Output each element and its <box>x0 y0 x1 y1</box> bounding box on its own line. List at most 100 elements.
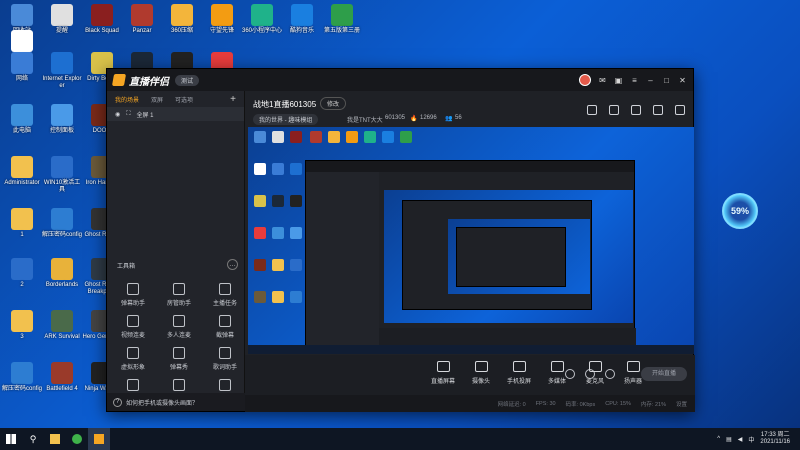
desktop-icon[interactable]: 1 <box>2 208 42 239</box>
help-tip-label: 如何把手机或摄像头画面？ <box>126 400 199 407</box>
control-item[interactable]: 摄像头 <box>461 361 501 385</box>
share-icon[interactable] <box>675 105 685 115</box>
desktop-icon[interactable]: 解压密码config <box>2 362 42 393</box>
nested-preview-window <box>305 160 636 354</box>
add-scene-button[interactable]: + <box>230 94 236 105</box>
status-item[interactable]: 设置 <box>676 400 687 408</box>
control-item[interactable]: 麦克风 <box>575 361 615 385</box>
tool-item[interactable]: 弹幕秀 <box>159 347 199 371</box>
game-tag[interactable]: 我的世界 - 趣味模组 <box>253 114 319 125</box>
edit-room-button[interactable]: 修改 <box>320 97 347 110</box>
desktop-icon[interactable]: 酷狗音乐 <box>282 4 322 35</box>
tab-dual-screen[interactable]: 双屏 <box>151 95 163 104</box>
desktop-icon[interactable]: Panzar <box>122 4 162 35</box>
tool-item[interactable]: 房管助手 <box>159 283 199 307</box>
control-icon <box>626 361 640 372</box>
search-button[interactable]: ⚲ <box>22 428 44 450</box>
tool-item[interactable]: 弹幕助手 <box>113 283 153 307</box>
scene-item[interactable]: ◉ ⛶ 全屏 1 <box>107 107 244 121</box>
app-icon <box>51 258 73 280</box>
tool-label: 房管助手 <box>166 301 191 307</box>
control-icon <box>474 361 488 372</box>
app-taskbar-icon <box>94 434 104 444</box>
message-icon[interactable]: ✉ <box>598 76 607 85</box>
desktop-icon[interactable]: WIN10激活工具 <box>42 156 82 194</box>
tool-icon <box>127 379 139 391</box>
desktop-icon[interactable]: 解压密码config <box>42 208 82 239</box>
desktop-icon-label: 解压密码config <box>2 386 43 392</box>
eye-icon[interactable]: ◉ <box>115 111 120 118</box>
desktop-icon[interactable]: 守望先锋 <box>202 4 242 35</box>
app-icon <box>51 310 73 332</box>
tray-arrow-icon[interactable]: ^ <box>717 436 720 442</box>
minimize-button[interactable]: – <box>646 76 655 85</box>
tools-more-button[interactable]: … <box>227 259 238 270</box>
ime-icon[interactable]: 中 <box>748 435 754 444</box>
desktop-icon[interactable]: Battlefield 4 <box>42 362 82 393</box>
control-item[interactable]: 扬声器 <box>613 361 653 385</box>
preview-app-icon <box>254 195 266 207</box>
gift-icon[interactable] <box>587 105 597 115</box>
preview-app-icon <box>254 163 266 175</box>
status-item: 内存: 21% <box>640 401 666 408</box>
tool-item[interactable]: 截弹幕 <box>205 315 245 339</box>
close-button[interactable]: ✕ <box>678 76 687 85</box>
tool-item[interactable]: 多人连麦 <box>159 315 199 339</box>
bell-icon[interactable] <box>653 105 663 115</box>
desktop-icon[interactable]: 3 <box>2 310 42 341</box>
nested-titlebar <box>306 161 634 172</box>
performance-widget[interactable]: 59% <box>722 193 758 229</box>
control-item[interactable]: 多媒体 <box>537 361 577 385</box>
tool-item[interactable]: 歌词助手 <box>205 347 245 371</box>
clock[interactable]: 17:33 周二 2021/11/16 <box>760 432 790 446</box>
tool-item[interactable]: 主播任务 <box>205 283 245 307</box>
preview-app-icon <box>346 131 358 143</box>
fans-icon: 👥 <box>445 116 453 122</box>
desktop-icon[interactable]: 此电脑 <box>2 104 42 135</box>
tab-my-scene[interactable]: 我的场景 <box>115 95 139 104</box>
menu-icon[interactable]: ≡ <box>630 76 639 85</box>
desktop-icon[interactable]: 提醒 <box>42 4 82 35</box>
widget-value: 59% <box>730 206 749 216</box>
system-tray: ^ ▤ ◀ 中 17:33 周二 2021/11/16 <box>717 432 800 446</box>
preview-app-icon <box>254 131 266 143</box>
desktop-icon-label: 360压缩 <box>170 28 193 34</box>
tool-icon <box>127 347 139 359</box>
lock-icon[interactable] <box>609 105 619 115</box>
desktop-icon[interactable]: 控制面板 <box>42 104 82 135</box>
tool-item[interactable]: 虚拟形象 <box>113 347 153 371</box>
desktop-icon-label: 提醒 <box>55 28 68 34</box>
taskbar-file-explorer[interactable] <box>44 428 66 450</box>
control-item[interactable]: 直播屏幕 <box>423 361 463 385</box>
taskbar-360-browser[interactable] <box>66 428 88 450</box>
desktop-icon[interactable]: 360压缩 <box>162 4 202 35</box>
network-icon[interactable]: ▤ <box>726 436 732 443</box>
desktop-icon[interactable]: 网络 <box>2 52 42 83</box>
control-item[interactable]: 手机投屏 <box>499 361 539 385</box>
maximize-button[interactable]: □ <box>662 76 671 85</box>
desktop-icon[interactable]: Administrator <box>2 156 42 187</box>
control-label: 直播屏幕 <box>430 379 455 385</box>
user-avatar[interactable] <box>579 74 591 86</box>
app-icon <box>211 4 233 26</box>
volume-icon[interactable]: ◀ <box>738 436 743 443</box>
taskbar-streaming-app[interactable] <box>88 428 110 450</box>
stream-preview[interactable] <box>248 127 694 354</box>
skin-icon[interactable]: ▣ <box>614 76 623 85</box>
desktop-icon[interactable]: Borderlands <box>42 258 82 289</box>
desktop-icon[interactable]: 2 <box>2 258 42 289</box>
desktop-icon[interactable]: Black Squad <box>82 4 122 35</box>
record-icon[interactable] <box>631 105 641 115</box>
tool-item[interactable]: 视频连麦 <box>113 315 153 339</box>
tool-label: 视频连麦 <box>120 333 145 339</box>
help-icon: ? <box>113 397 122 407</box>
tool-icon <box>219 315 231 327</box>
start-button[interactable] <box>0 428 22 450</box>
desktop-icon[interactable]: 360小程序中心 <box>242 4 282 35</box>
tab-options[interactable]: 可选项 <box>175 95 193 104</box>
desktop-icon[interactable]: ARK Survival <box>42 310 82 341</box>
desktop-icon[interactable]: 第五版第三册 <box>322 4 362 35</box>
version-badge[interactable]: 测试 <box>175 74 200 86</box>
help-tip[interactable]: ? 如何把手机或摄像头画面？ <box>107 393 245 411</box>
desktop-icon[interactable]: Internet Explorer <box>42 52 82 90</box>
